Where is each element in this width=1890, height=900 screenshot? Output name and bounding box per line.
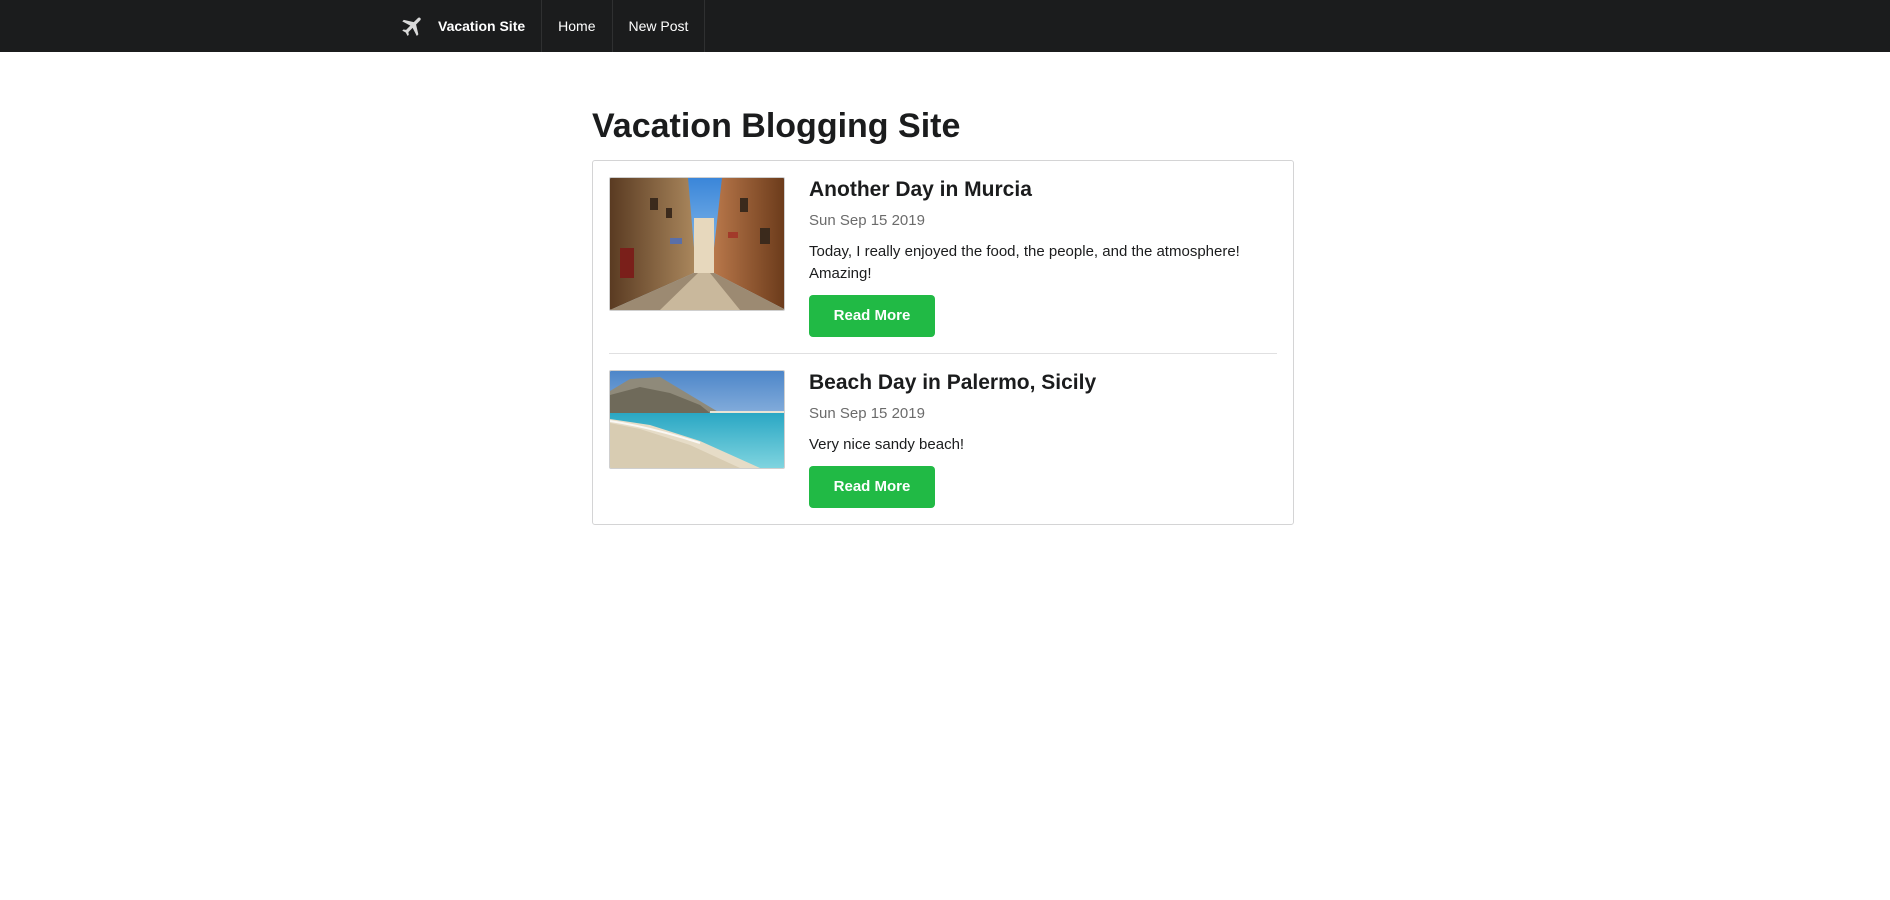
post-title[interactable]: Another Day in Murcia	[809, 177, 1277, 203]
read-more-button[interactable]: Read More	[809, 295, 935, 337]
main-content: Vacation Blogging Site Another Day in Mu…	[592, 104, 1294, 525]
post-item: Beach Day in Palermo, Sicily Sun Sep 15 …	[609, 353, 1277, 508]
nav-item-new-post[interactable]: New Post	[613, 0, 706, 52]
post-thumbnail-beach[interactable]	[609, 370, 785, 469]
post-list: Another Day in Murcia Sun Sep 15 2019 To…	[592, 160, 1294, 525]
nav-item-home[interactable]: Home	[542, 0, 613, 52]
read-more-button[interactable]: Read More	[809, 466, 935, 508]
navbar-menu: Vacation Site Home New Post	[384, 0, 706, 52]
post-item: Another Day in Murcia Sun Sep 15 2019 To…	[609, 177, 1277, 337]
top-navbar: Vacation Site Home New Post	[0, 0, 1890, 52]
brand-label: Vacation Site	[438, 18, 526, 34]
post-date: Sun Sep 15 2019	[809, 212, 925, 229]
brand-link[interactable]: Vacation Site	[384, 0, 543, 52]
post-title[interactable]: Beach Day in Palermo, Sicily	[809, 370, 1277, 396]
post-body: Beach Day in Palermo, Sicily Sun Sep 15 …	[809, 370, 1277, 508]
page-title: Vacation Blogging Site	[592, 107, 961, 145]
post-thumbnail-street[interactable]	[609, 177, 785, 311]
post-description: Today, I really enjoyed the food, the pe…	[809, 243, 1240, 282]
post-date: Sun Sep 15 2019	[809, 405, 925, 422]
airplane-icon	[400, 13, 426, 39]
post-description: Very nice sandy beach!	[809, 436, 965, 453]
post-body: Another Day in Murcia Sun Sep 15 2019 To…	[809, 177, 1277, 337]
